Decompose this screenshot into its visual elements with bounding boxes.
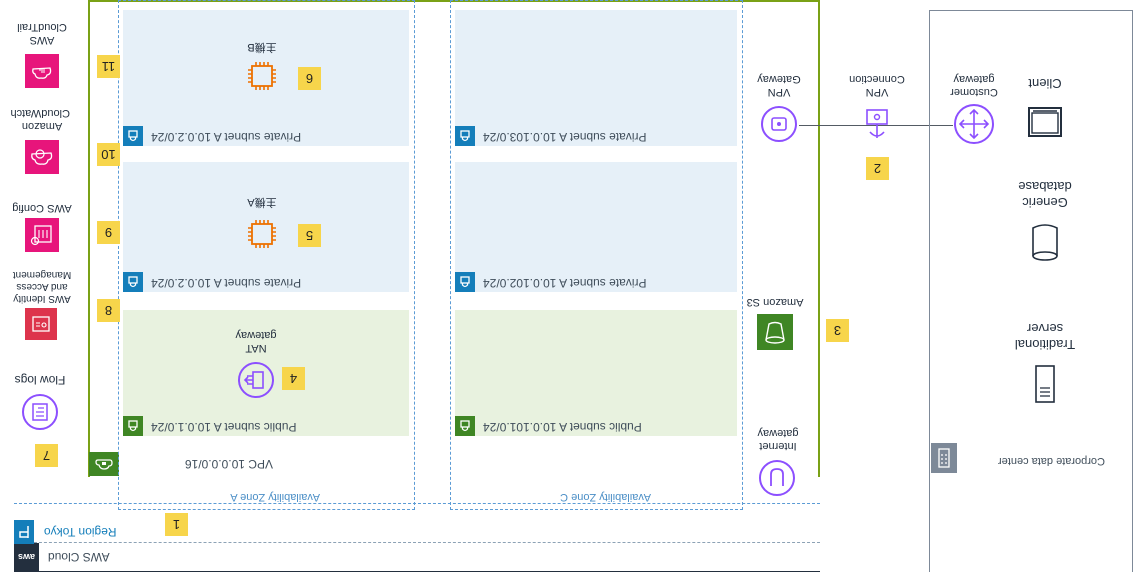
generic-database-label: Generic database <box>1018 179 1072 210</box>
availability-zone-a-label: Availability Zone A <box>230 491 320 503</box>
ec2-instance-icon <box>242 56 282 96</box>
marker-2: 2 <box>866 157 889 180</box>
public-subnet-lock-icon <box>455 416 475 436</box>
ec2-instance-icon <box>242 214 282 254</box>
cloudtrail-icon <box>25 54 59 88</box>
private-subnet-lock-icon <box>455 126 475 146</box>
public-subnet-lock-icon <box>123 416 143 436</box>
flow-logs-icon <box>20 392 60 432</box>
customer-gateway-label: Customer gateway <box>950 73 998 98</box>
internet-gateway-label: Internet gateway <box>757 427 799 452</box>
marker-8: 8 <box>97 299 120 322</box>
marker-11: 11 <box>97 55 120 78</box>
availability-zone-c-label: Availability Zone C <box>560 491 651 503</box>
database-icon <box>1027 220 1063 264</box>
private-subnet-lock-icon <box>455 272 475 292</box>
private-subnet-lock-icon <box>123 126 143 146</box>
vpn-gateway-icon <box>759 104 799 144</box>
aws-cloud-label: AWS Cloud <box>48 550 110 564</box>
region-flag-icon <box>14 520 34 544</box>
vpn-connection-label: VPN Connection <box>849 73 905 98</box>
private-subnet-a-2-label: Private subnet A 10.0.2.0/24 <box>151 130 302 144</box>
private-subnet-c-1-label: Private subnet A 10.0.102.0/24 <box>483 276 647 290</box>
traditional-server-icon <box>1031 362 1059 406</box>
client-label: Client <box>1028 76 1062 91</box>
cloudwatch-label: Amazon CloudWatch <box>10 107 70 132</box>
server-a-label: 主機A <box>247 196 277 208</box>
corporate-building-icon <box>931 443 957 473</box>
corporate-data-center-label: Corporate data center <box>997 455 1105 467</box>
vpc-cloud-icon <box>89 452 119 476</box>
vpn-gateway-label: VPN Gateway <box>757 73 801 98</box>
client-icon <box>1023 100 1067 144</box>
public-subnet-a-label: Public subnet A 10.0.1.0/24 <box>151 420 297 434</box>
private-subnet-c-2: Private subnet A 10.0.103.0/24 <box>455 10 737 146</box>
nat-gateway-icon <box>236 360 276 400</box>
amazon-s3-label: Amazon S3 <box>746 296 804 308</box>
server-b-label: 主機B <box>247 41 277 53</box>
marker-3: 3 <box>826 319 849 342</box>
config-label: AWS Config <box>12 202 72 214</box>
private-subnet-a-1-label: Private subnet A 10.0.2.0/24 <box>151 276 302 290</box>
config-icon <box>25 218 59 252</box>
internet-gateway-icon <box>757 458 797 498</box>
public-subnet-c: Public subnet A 10.0.101.0/24 <box>455 310 737 436</box>
s3-bucket-icon <box>757 314 793 350</box>
cloudtrail-label: AWS CloudTrail <box>17 21 67 46</box>
marker-5: 5 <box>298 224 321 247</box>
cloudwatch-icon <box>25 140 59 174</box>
marker-6: 6 <box>298 67 321 90</box>
region-label: Region Tokyo <box>44 525 117 539</box>
traditional-server-label: Traditional server <box>1014 321 1076 352</box>
architecture-diagram: aws AWS Cloud Region Tokyo VPC 10.0.0.0/… <box>0 0 1133 572</box>
aws-cloud-header: aws AWS Cloud <box>14 542 820 572</box>
customer-gateway-icon <box>952 102 996 146</box>
marker-10: 10 <box>97 143 120 166</box>
iam-icon <box>25 308 57 340</box>
nat-gateway-label: NAT gateway <box>235 329 277 354</box>
private-subnet-c-2-label: Private subnet A 10.0.103.0/24 <box>483 130 647 144</box>
iam-label: AWS Identity and Access Management <box>12 269 72 304</box>
marker-7: 7 <box>35 444 58 467</box>
marker-4: 4 <box>282 367 305 390</box>
vpn-connection-icon <box>857 104 897 144</box>
marker-9: 9 <box>97 221 120 244</box>
public-subnet-c-label: Public subnet A 10.0.101.0/24 <box>483 420 642 434</box>
private-subnet-c-1: Private subnet A 10.0.102.0/24 <box>455 162 737 292</box>
private-subnet-lock-icon <box>123 272 143 292</box>
marker-1: 1 <box>165 513 188 536</box>
flow-logs-label: Flow logs <box>14 373 66 387</box>
aws-logo: aws <box>14 543 39 571</box>
